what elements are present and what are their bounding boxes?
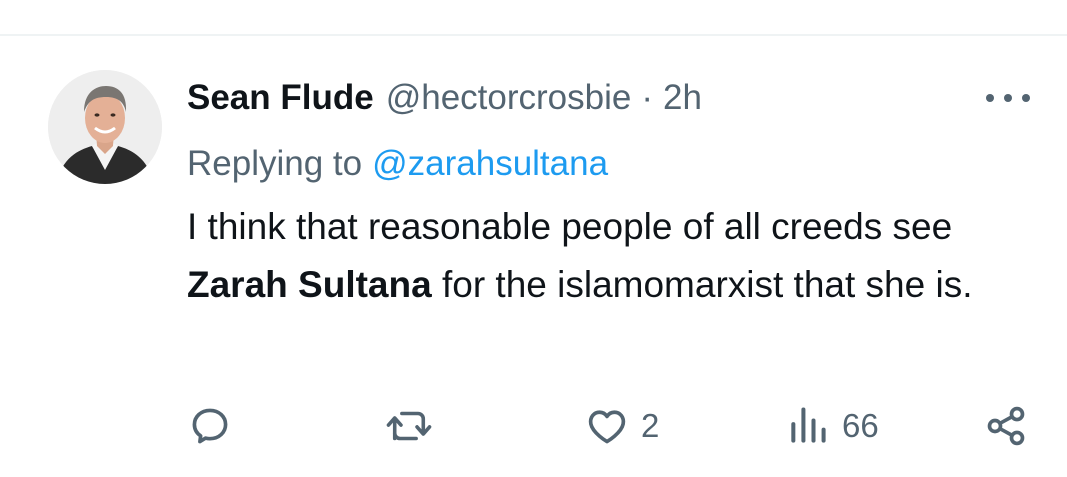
header-separator: ·	[641, 78, 654, 117]
more-horizontal-icon[interactable]	[986, 88, 1030, 108]
tweet-text-bold: Zarah Sultana	[187, 264, 432, 305]
display-name[interactable]: Sean Flude	[187, 76, 374, 120]
views-count: 66	[842, 407, 879, 444]
avatar-image	[48, 70, 162, 184]
tweet[interactable]: Sean Flude @hectorcrosbie · 2h Replying …	[0, 0, 1067, 446]
replying-handle-link[interactable]: @zarahsultana	[372, 144, 608, 183]
like-count: 2	[641, 407, 660, 444]
like-button[interactable]: 2	[585, 398, 659, 454]
more-dot	[986, 94, 994, 102]
share-button[interactable]	[984, 398, 1028, 454]
action-bar: 2 66	[0, 398, 1067, 454]
share-icon	[987, 406, 1025, 446]
timestamp[interactable]: 2h	[663, 76, 702, 120]
reply-icon	[192, 408, 228, 444]
views-button[interactable]: 66	[786, 398, 879, 454]
replying-prefix: Replying to	[187, 144, 363, 183]
retweet-button[interactable]	[384, 398, 446, 454]
replying-to: Replying to @zarahsultana	[187, 142, 608, 186]
heart-icon	[588, 410, 626, 444]
tweet-text: I think that reasonable people of all cr…	[187, 198, 1037, 314]
retweet-icon	[386, 411, 432, 441]
tweet-header: Sean Flude @hectorcrosbie · 2h	[187, 76, 702, 120]
avatar[interactable]	[48, 70, 162, 184]
reply-button[interactable]	[188, 398, 244, 454]
more-dot	[1004, 94, 1012, 102]
tweet-text-part2: for the islamomarxist that she is.	[431, 264, 973, 305]
user-handle[interactable]: @hectorcrosbie	[386, 76, 632, 120]
views-chart-icon	[791, 407, 826, 443]
tweet-text-part1: I think that reasonable people of all cr…	[187, 206, 953, 247]
more-dot	[1022, 94, 1030, 102]
